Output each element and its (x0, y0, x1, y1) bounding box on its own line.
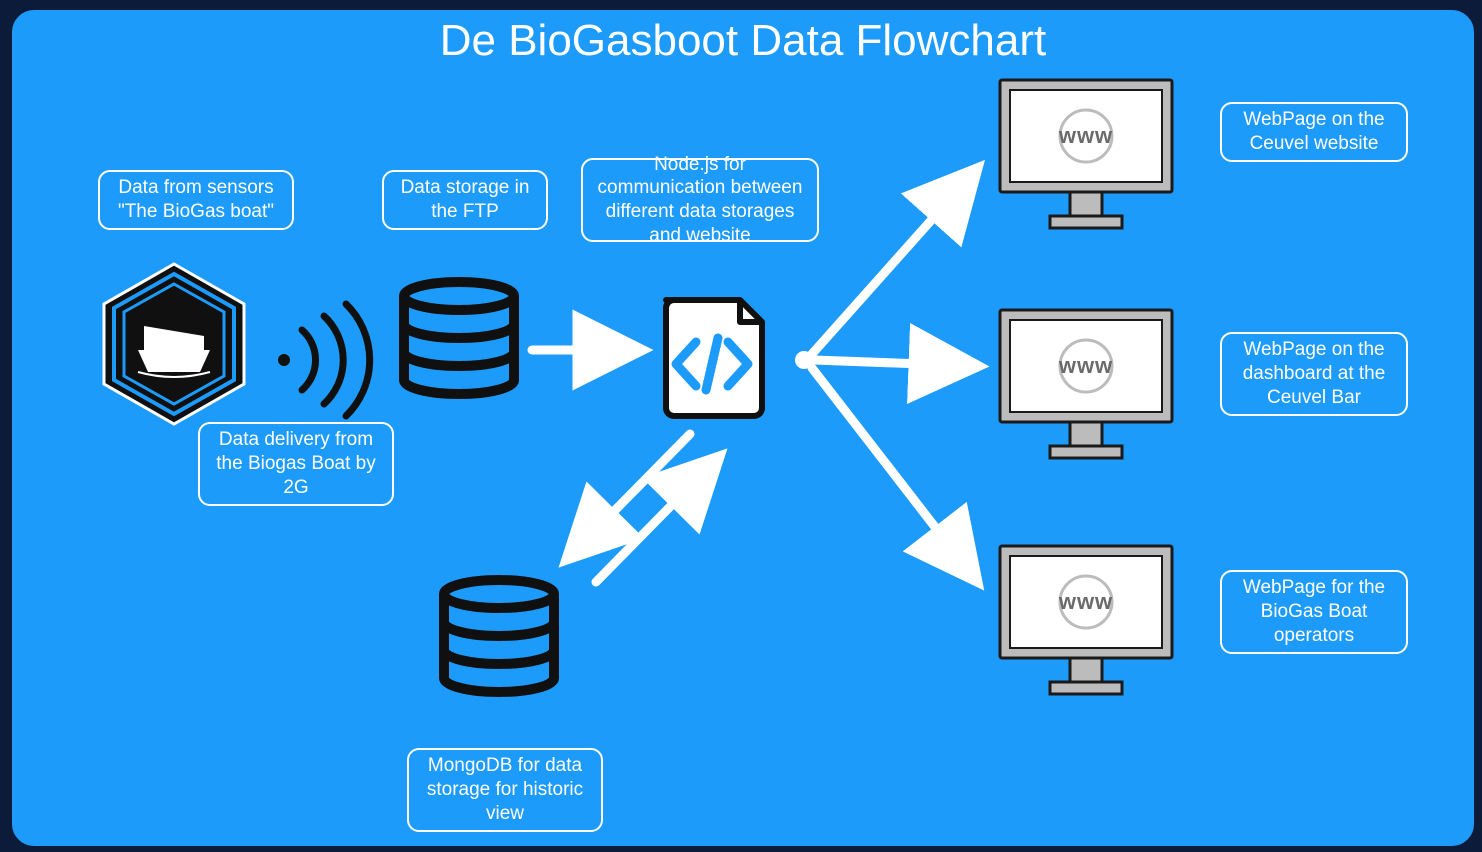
wireless-icon (278, 304, 370, 416)
label-web2: WebPage on the dashboard at the Ceuvel B… (1220, 332, 1408, 416)
monitor-web1-icon: www (1000, 80, 1172, 228)
label-mongo: MongoDB for data storage for historic vi… (407, 748, 603, 832)
monitor-web3-icon: www (1000, 546, 1172, 694)
fanout-node (795, 351, 813, 369)
label-delivery: Data delivery from the Biogas Boat by 2G (198, 422, 394, 506)
diagram-title: De BioGasboot Data Flowchart (12, 16, 1474, 66)
arrow-mongo-to-node (596, 458, 718, 582)
label-sensors: Data from sensors "The BioGas boat" (98, 170, 294, 230)
database-ftp-icon (404, 282, 514, 394)
label-node: Node.js for communication between differ… (581, 158, 819, 242)
svg-text:www: www (1058, 353, 1113, 378)
arrow-node-to-web3 (812, 368, 976, 580)
svg-text:www: www (1058, 589, 1113, 614)
arrow-node-to-web2 (814, 360, 976, 366)
monitor-web2-icon: www (1000, 310, 1172, 458)
label-web3: WebPage for the BioGas Boat operators (1220, 570, 1408, 654)
arrow-node-to-mongo (568, 434, 690, 558)
database-mongo-icon (444, 580, 554, 692)
flowchart-canvas: De BioGasboot Data Flowchart Data from s… (10, 8, 1476, 848)
svg-text:www: www (1058, 123, 1113, 148)
sensor-icon (104, 264, 244, 424)
arrow-node-to-web1 (812, 170, 976, 354)
code-file-icon (666, 300, 762, 416)
label-web1: WebPage on the Ceuvel website (1220, 102, 1408, 162)
label-ftp: Data storage in the FTP (382, 170, 548, 230)
